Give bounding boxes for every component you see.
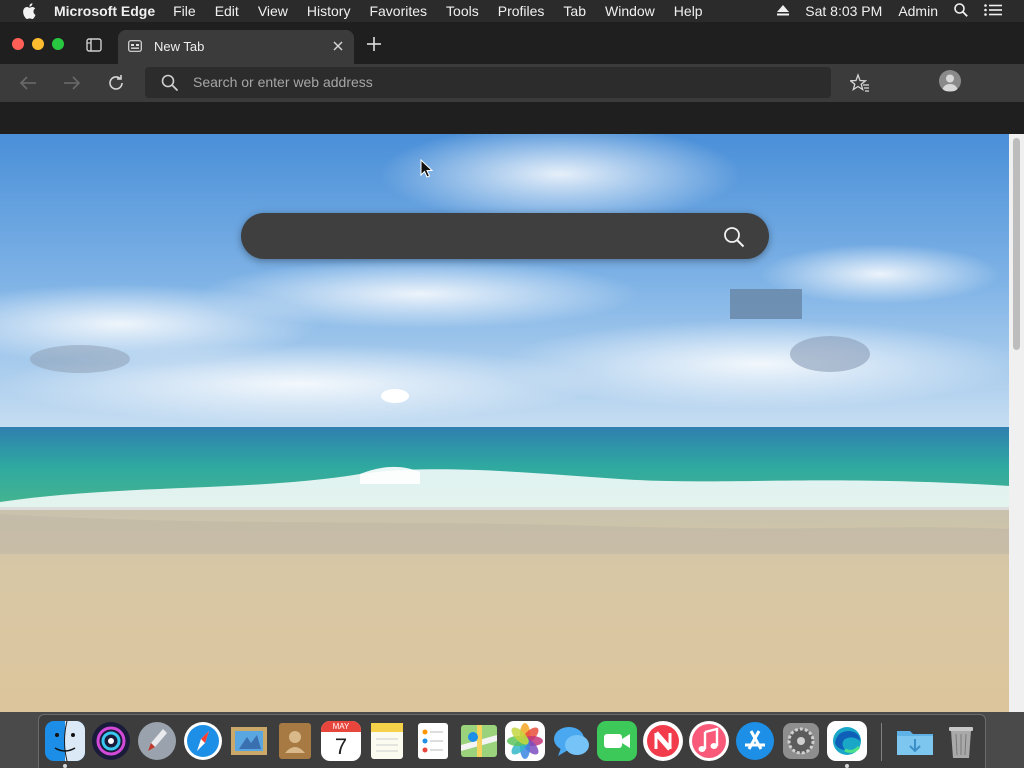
edge-running-indicator <box>845 764 849 768</box>
browser-toolbar: Search or enter web address <box>0 64 1024 102</box>
calendar-day: 7 <box>334 734 348 759</box>
system-preferences-icon[interactable] <box>781 721 821 761</box>
microsoft-edge-icon[interactable] <box>827 721 867 761</box>
photos-icon[interactable] <box>505 721 545 761</box>
messages-icon[interactable] <box>551 721 591 761</box>
user-menu[interactable]: Admin <box>898 3 938 19</box>
tooltip-box <box>730 289 802 319</box>
new-tab-plus-icon[interactable] <box>366 36 382 52</box>
minimize-window-button[interactable] <box>32 38 44 50</box>
facetime-icon[interactable] <box>597 721 637 761</box>
eject-icon[interactable] <box>777 3 790 19</box>
menu-bar: Microsoft Edge File Edit View History Fa… <box>0 0 1024 22</box>
new-tab-page <box>0 134 1010 712</box>
music-icon[interactable] <box>689 721 729 761</box>
new-tab-page-icon <box>128 40 142 52</box>
downloads-folder-icon[interactable] <box>895 721 935 761</box>
address-bar[interactable]: Search or enter web address <box>145 67 831 98</box>
menu-tab[interactable]: Tab <box>563 3 586 19</box>
siri-icon[interactable] <box>91 721 131 761</box>
favorites-star-icon[interactable] <box>848 73 870 93</box>
reminders-icon[interactable] <box>413 721 453 761</box>
menu-favorites[interactable]: Favorites <box>369 3 427 19</box>
apple-icon[interactable] <box>20 3 38 19</box>
calendar-icon[interactable]: MAY 7 <box>321 721 361 761</box>
mouse-cursor-icon <box>420 158 434 179</box>
menu-view[interactable]: View <box>258 3 288 19</box>
forward-arrow-icon[interactable] <box>62 73 82 93</box>
refresh-icon[interactable] <box>106 73 126 93</box>
finder-running-indicator <box>63 764 67 768</box>
clock[interactable]: Sat 8:03 PM <box>805 3 882 19</box>
dock: MAY 7 <box>38 714 986 768</box>
back-arrow-icon[interactable] <box>18 73 38 93</box>
menu-history[interactable]: History <box>307 3 351 19</box>
launchpad-icon[interactable] <box>137 721 177 761</box>
trash-icon[interactable] <box>941 721 981 761</box>
menu-edit[interactable]: Edit <box>215 3 239 19</box>
menu-file[interactable]: File <box>173 3 196 19</box>
tab-title: New Tab <box>154 39 205 54</box>
page-search-icon[interactable] <box>723 226 745 248</box>
close-window-button[interactable] <box>12 38 24 50</box>
favorites-bar <box>0 102 1024 134</box>
mail-icon[interactable] <box>229 721 269 761</box>
scrollbar-thumb[interactable] <box>1013 138 1020 350</box>
menu-tools[interactable]: Tools <box>446 3 479 19</box>
address-search-icon <box>161 74 179 92</box>
tab-new-tab[interactable]: New Tab <box>118 30 354 64</box>
calendar-month: MAY <box>321 721 361 732</box>
address-placeholder: Search or enter web address <box>193 74 373 90</box>
tab-strip: New Tab <box>0 22 1024 64</box>
menubar-status-area: Sat 8:03 PM Admin <box>777 0 1024 22</box>
app-store-icon[interactable] <box>735 721 775 761</box>
menu-help[interactable]: Help <box>674 3 703 19</box>
dock-separator <box>881 723 882 761</box>
app-menu-name[interactable]: Microsoft Edge <box>54 3 155 19</box>
page-search-box[interactable] <box>241 213 769 259</box>
menu-window[interactable]: Window <box>605 3 655 19</box>
notes-icon[interactable] <box>367 721 407 761</box>
page-scrollbar[interactable] <box>1009 134 1024 712</box>
maps-icon[interactable] <box>459 721 499 761</box>
contacts-icon[interactable] <box>275 721 315 761</box>
news-icon[interactable] <box>643 721 683 761</box>
safari-icon[interactable] <box>183 721 223 761</box>
close-tab-icon[interactable] <box>330 38 346 54</box>
spotlight-icon[interactable] <box>954 2 968 20</box>
control-center-icon[interactable] <box>984 3 1002 19</box>
profile-avatar-icon[interactable] <box>939 70 961 92</box>
menu-profiles[interactable]: Profiles <box>498 3 545 19</box>
zoom-window-button[interactable] <box>52 38 64 50</box>
finder-icon[interactable] <box>45 721 85 761</box>
tab-actions-icon[interactable] <box>86 38 102 52</box>
